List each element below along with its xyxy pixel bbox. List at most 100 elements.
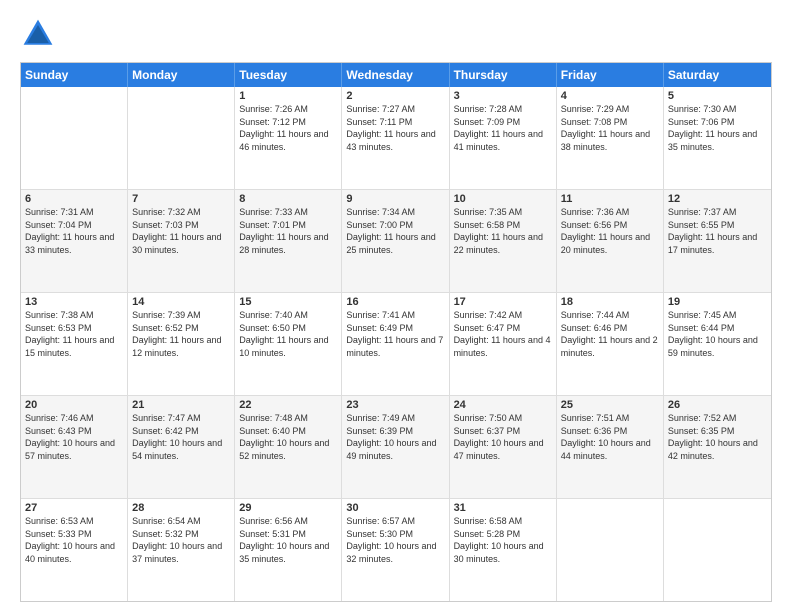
- day-info: Sunrise: 7:28 AM Sunset: 7:09 PM Dayligh…: [454, 103, 552, 153]
- day-cell-23: 23Sunrise: 7:49 AM Sunset: 6:39 PM Dayli…: [342, 396, 449, 498]
- page: SundayMondayTuesdayWednesdayThursdayFrid…: [0, 0, 792, 612]
- day-cell-6: 6Sunrise: 7:31 AM Sunset: 7:04 PM Daylig…: [21, 190, 128, 292]
- calendar-row-0: 1Sunrise: 7:26 AM Sunset: 7:12 PM Daylig…: [21, 87, 771, 189]
- header-cell-monday: Monday: [128, 63, 235, 87]
- day-cell-13: 13Sunrise: 7:38 AM Sunset: 6:53 PM Dayli…: [21, 293, 128, 395]
- day-number: 11: [561, 193, 659, 205]
- day-number: 7: [132, 193, 230, 205]
- day-info: Sunrise: 7:33 AM Sunset: 7:01 PM Dayligh…: [239, 206, 337, 256]
- day-number: 2: [346, 90, 444, 102]
- day-cell-31: 31Sunrise: 6:58 AM Sunset: 5:28 PM Dayli…: [450, 499, 557, 601]
- day-number: 31: [454, 502, 552, 514]
- day-cell-4: 4Sunrise: 7:29 AM Sunset: 7:08 PM Daylig…: [557, 87, 664, 189]
- header-cell-saturday: Saturday: [664, 63, 771, 87]
- day-number: 13: [25, 296, 123, 308]
- day-info: Sunrise: 6:57 AM Sunset: 5:30 PM Dayligh…: [346, 515, 444, 565]
- day-number: 16: [346, 296, 444, 308]
- day-number: 26: [668, 399, 767, 411]
- day-number: 24: [454, 399, 552, 411]
- day-info: Sunrise: 7:50 AM Sunset: 6:37 PM Dayligh…: [454, 412, 552, 462]
- empty-cell: [664, 499, 771, 601]
- day-info: Sunrise: 7:40 AM Sunset: 6:50 PM Dayligh…: [239, 309, 337, 359]
- day-info: Sunrise: 7:44 AM Sunset: 6:46 PM Dayligh…: [561, 309, 659, 359]
- day-number: 28: [132, 502, 230, 514]
- header-cell-thursday: Thursday: [450, 63, 557, 87]
- day-number: 19: [668, 296, 767, 308]
- day-cell-7: 7Sunrise: 7:32 AM Sunset: 7:03 PM Daylig…: [128, 190, 235, 292]
- day-info: Sunrise: 7:38 AM Sunset: 6:53 PM Dayligh…: [25, 309, 123, 359]
- day-number: 30: [346, 502, 444, 514]
- day-cell-16: 16Sunrise: 7:41 AM Sunset: 6:49 PM Dayli…: [342, 293, 449, 395]
- day-number: 14: [132, 296, 230, 308]
- day-number: 1: [239, 90, 337, 102]
- day-number: 3: [454, 90, 552, 102]
- logo-icon: [20, 16, 56, 52]
- day-info: Sunrise: 7:51 AM Sunset: 6:36 PM Dayligh…: [561, 412, 659, 462]
- empty-cell: [128, 87, 235, 189]
- day-number: 18: [561, 296, 659, 308]
- day-cell-2: 2Sunrise: 7:27 AM Sunset: 7:11 PM Daylig…: [342, 87, 449, 189]
- day-info: Sunrise: 7:31 AM Sunset: 7:04 PM Dayligh…: [25, 206, 123, 256]
- day-cell-22: 22Sunrise: 7:48 AM Sunset: 6:40 PM Dayli…: [235, 396, 342, 498]
- day-info: Sunrise: 7:39 AM Sunset: 6:52 PM Dayligh…: [132, 309, 230, 359]
- header: [20, 16, 772, 52]
- day-info: Sunrise: 6:58 AM Sunset: 5:28 PM Dayligh…: [454, 515, 552, 565]
- day-number: 4: [561, 90, 659, 102]
- day-cell-17: 17Sunrise: 7:42 AM Sunset: 6:47 PM Dayli…: [450, 293, 557, 395]
- day-number: 29: [239, 502, 337, 514]
- day-cell-1: 1Sunrise: 7:26 AM Sunset: 7:12 PM Daylig…: [235, 87, 342, 189]
- day-number: 5: [668, 90, 767, 102]
- day-cell-26: 26Sunrise: 7:52 AM Sunset: 6:35 PM Dayli…: [664, 396, 771, 498]
- day-number: 27: [25, 502, 123, 514]
- day-info: Sunrise: 7:45 AM Sunset: 6:44 PM Dayligh…: [668, 309, 767, 359]
- day-cell-14: 14Sunrise: 7:39 AM Sunset: 6:52 PM Dayli…: [128, 293, 235, 395]
- day-cell-12: 12Sunrise: 7:37 AM Sunset: 6:55 PM Dayli…: [664, 190, 771, 292]
- day-cell-5: 5Sunrise: 7:30 AM Sunset: 7:06 PM Daylig…: [664, 87, 771, 189]
- day-number: 17: [454, 296, 552, 308]
- day-info: Sunrise: 7:32 AM Sunset: 7:03 PM Dayligh…: [132, 206, 230, 256]
- calendar-row-1: 6Sunrise: 7:31 AM Sunset: 7:04 PM Daylig…: [21, 189, 771, 292]
- header-cell-tuesday: Tuesday: [235, 63, 342, 87]
- day-info: Sunrise: 7:29 AM Sunset: 7:08 PM Dayligh…: [561, 103, 659, 153]
- day-cell-20: 20Sunrise: 7:46 AM Sunset: 6:43 PM Dayli…: [21, 396, 128, 498]
- day-number: 25: [561, 399, 659, 411]
- day-cell-30: 30Sunrise: 6:57 AM Sunset: 5:30 PM Dayli…: [342, 499, 449, 601]
- calendar: SundayMondayTuesdayWednesdayThursdayFrid…: [20, 62, 772, 602]
- day-info: Sunrise: 7:48 AM Sunset: 6:40 PM Dayligh…: [239, 412, 337, 462]
- day-cell-27: 27Sunrise: 6:53 AM Sunset: 5:33 PM Dayli…: [21, 499, 128, 601]
- day-number: 9: [346, 193, 444, 205]
- header-cell-sunday: Sunday: [21, 63, 128, 87]
- day-info: Sunrise: 7:41 AM Sunset: 6:49 PM Dayligh…: [346, 309, 444, 359]
- day-number: 10: [454, 193, 552, 205]
- day-info: Sunrise: 7:42 AM Sunset: 6:47 PM Dayligh…: [454, 309, 552, 359]
- day-cell-15: 15Sunrise: 7:40 AM Sunset: 6:50 PM Dayli…: [235, 293, 342, 395]
- day-cell-3: 3Sunrise: 7:28 AM Sunset: 7:09 PM Daylig…: [450, 87, 557, 189]
- day-cell-29: 29Sunrise: 6:56 AM Sunset: 5:31 PM Dayli…: [235, 499, 342, 601]
- day-info: Sunrise: 6:53 AM Sunset: 5:33 PM Dayligh…: [25, 515, 123, 565]
- calendar-body: 1Sunrise: 7:26 AM Sunset: 7:12 PM Daylig…: [21, 87, 771, 601]
- day-info: Sunrise: 7:35 AM Sunset: 6:58 PM Dayligh…: [454, 206, 552, 256]
- day-info: Sunrise: 7:27 AM Sunset: 7:11 PM Dayligh…: [346, 103, 444, 153]
- day-cell-8: 8Sunrise: 7:33 AM Sunset: 7:01 PM Daylig…: [235, 190, 342, 292]
- day-number: 21: [132, 399, 230, 411]
- day-number: 6: [25, 193, 123, 205]
- day-number: 22: [239, 399, 337, 411]
- day-info: Sunrise: 7:34 AM Sunset: 7:00 PM Dayligh…: [346, 206, 444, 256]
- day-cell-25: 25Sunrise: 7:51 AM Sunset: 6:36 PM Dayli…: [557, 396, 664, 498]
- day-info: Sunrise: 7:30 AM Sunset: 7:06 PM Dayligh…: [668, 103, 767, 153]
- day-info: Sunrise: 7:46 AM Sunset: 6:43 PM Dayligh…: [25, 412, 123, 462]
- empty-cell: [557, 499, 664, 601]
- day-info: Sunrise: 7:37 AM Sunset: 6:55 PM Dayligh…: [668, 206, 767, 256]
- day-info: Sunrise: 7:26 AM Sunset: 7:12 PM Dayligh…: [239, 103, 337, 153]
- day-cell-28: 28Sunrise: 6:54 AM Sunset: 5:32 PM Dayli…: [128, 499, 235, 601]
- logo: [20, 16, 60, 52]
- calendar-header: SundayMondayTuesdayWednesdayThursdayFrid…: [21, 63, 771, 87]
- day-cell-24: 24Sunrise: 7:50 AM Sunset: 6:37 PM Dayli…: [450, 396, 557, 498]
- day-cell-10: 10Sunrise: 7:35 AM Sunset: 6:58 PM Dayli…: [450, 190, 557, 292]
- day-cell-18: 18Sunrise: 7:44 AM Sunset: 6:46 PM Dayli…: [557, 293, 664, 395]
- day-cell-11: 11Sunrise: 7:36 AM Sunset: 6:56 PM Dayli…: [557, 190, 664, 292]
- header-cell-friday: Friday: [557, 63, 664, 87]
- empty-cell: [21, 87, 128, 189]
- day-number: 23: [346, 399, 444, 411]
- day-info: Sunrise: 7:52 AM Sunset: 6:35 PM Dayligh…: [668, 412, 767, 462]
